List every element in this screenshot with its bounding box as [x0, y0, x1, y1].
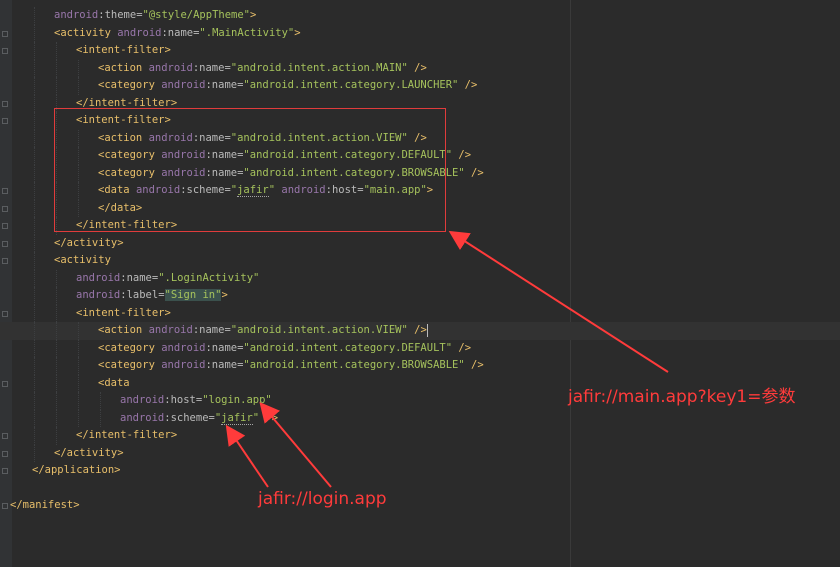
indent-guide — [56, 147, 57, 165]
annotation-main-url: jafir://main.app?key1=参数 — [568, 387, 796, 407]
indent-guide — [56, 42, 57, 60]
indent-guide — [56, 392, 57, 410]
indent-guide — [34, 7, 35, 25]
indent-guide — [34, 112, 35, 130]
indent-guide — [34, 427, 35, 445]
indent-guide — [34, 357, 35, 375]
indent-guide — [34, 392, 35, 410]
indent-guide — [34, 409, 35, 427]
indent-guide — [34, 164, 35, 182]
indent-guide — [34, 24, 35, 42]
arrow-to-main-intent-filter — [448, 230, 669, 373]
indent-guide — [34, 444, 35, 462]
indent-guide — [34, 147, 35, 165]
indent-guide — [78, 374, 79, 392]
indent-guide — [56, 357, 57, 375]
indent-guide — [78, 147, 79, 165]
indent-guide — [78, 409, 79, 427]
indent-guide — [78, 59, 79, 77]
indent-guide — [100, 392, 101, 410]
indent-guide — [56, 427, 57, 445]
indent-guide — [34, 252, 35, 270]
indent-guide — [34, 199, 35, 217]
indent-guide — [34, 217, 35, 235]
annotation-arrows — [225, 230, 669, 488]
indent-guide — [34, 287, 35, 305]
indent-guide — [56, 164, 57, 182]
indent-guide — [78, 129, 79, 147]
indent-guide — [78, 357, 79, 375]
indent-guide — [78, 392, 79, 410]
indent-guide — [34, 339, 35, 357]
indent-guide — [56, 199, 57, 217]
indent-guide — [56, 77, 57, 95]
indent-guide — [34, 94, 35, 112]
indent-guide — [56, 182, 57, 200]
indent-guide — [78, 199, 79, 217]
indent-guide — [34, 77, 35, 95]
indent-guide — [78, 77, 79, 95]
indent-guide — [56, 129, 57, 147]
indent-guide — [56, 217, 57, 235]
indent-guide — [78, 164, 79, 182]
annotation-login-url: jafir://login.app — [258, 489, 387, 509]
indent-guide — [34, 182, 35, 200]
indent-guide — [78, 322, 79, 340]
indent-guide — [56, 112, 57, 130]
indent-guide — [56, 409, 57, 427]
arrow-to-login-scheme — [225, 424, 269, 488]
indent-guide — [56, 269, 57, 287]
indent-guide — [78, 182, 79, 200]
indent-guide — [56, 374, 57, 392]
indent-guide — [56, 287, 57, 305]
indent-guide — [56, 94, 57, 112]
indent-guide — [34, 234, 35, 252]
indent-guide — [34, 129, 35, 147]
indent-guide — [56, 304, 57, 322]
indent-guide — [34, 374, 35, 392]
indent-guide — [34, 59, 35, 77]
indent-guide — [34, 269, 35, 287]
indent-guide — [100, 409, 101, 427]
indent-guide — [78, 339, 79, 357]
indent-guide — [56, 59, 57, 77]
indent-guide — [34, 322, 35, 340]
indent-guide — [34, 304, 35, 322]
indent-guide — [56, 339, 57, 357]
arrow-to-login-host — [259, 401, 332, 488]
indent-guide — [56, 322, 57, 340]
indent-guide — [34, 42, 35, 60]
